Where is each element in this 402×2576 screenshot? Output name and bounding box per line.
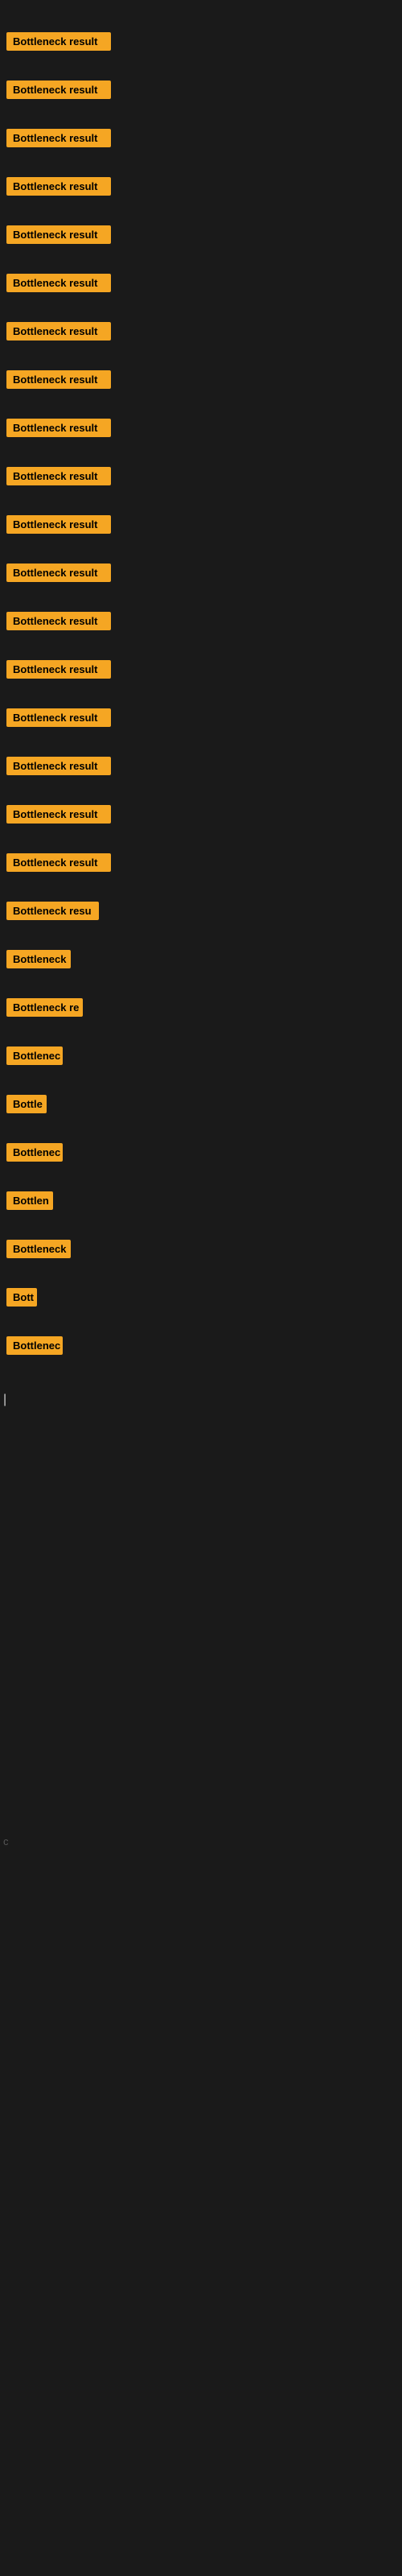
bottleneck-badge-25: Bottlen [3, 1191, 53, 1214]
bottleneck-badge-28: Bottlenec [3, 1336, 63, 1359]
bottleneck-badge-3: Bottleneck result [3, 129, 111, 151]
bottleneck-badge-7: Bottleneck result [3, 322, 111, 345]
bottleneck-badge-4: Bottleneck result [3, 177, 111, 200]
bottleneck-badge-text-25: Bottlen [6, 1191, 53, 1210]
bottleneck-badge-5: Bottleneck result [3, 225, 111, 248]
bottleneck-badge-text-2: Bottleneck result [6, 80, 111, 99]
bottleneck-badge-8: Bottleneck result [3, 370, 111, 393]
small-text: c [3, 1835, 9, 1847]
bottleneck-badge-text-24: Bottlenec [6, 1143, 63, 1162]
bottleneck-badge-text-21: Bottleneck re [6, 998, 83, 1017]
bottleneck-badge-20: Bottleneck [3, 950, 71, 972]
bottleneck-badge-6: Bottleneck result [3, 274, 111, 296]
bottleneck-badge-text-20: Bottleneck [6, 950, 71, 968]
bottleneck-badge-text-5: Bottleneck result [6, 225, 111, 244]
bottleneck-badge-1: Bottleneck result [3, 32, 111, 55]
bottleneck-badge-text-18: Bottleneck result [6, 853, 111, 872]
bottleneck-badge-2: Bottleneck result [3, 80, 111, 103]
bottleneck-badge-text-28: Bottlenec [6, 1336, 63, 1355]
bottleneck-badge-text-19: Bottleneck resu [6, 902, 99, 920]
bottleneck-badge-10: Bottleneck result [3, 467, 111, 489]
bottleneck-badge-text-1: Bottleneck result [6, 32, 111, 51]
bottleneck-badge-26: Bottleneck [3, 1240, 71, 1262]
bottleneck-badge-11: Bottleneck result [3, 515, 111, 538]
bottleneck-badge-text-16: Bottleneck result [6, 757, 111, 775]
bottleneck-badge-text-3: Bottleneck result [6, 129, 111, 147]
bottleneck-badge-text-10: Bottleneck result [6, 467, 111, 485]
bottleneck-badge-text-14: Bottleneck result [6, 660, 111, 679]
bottleneck-badge-text-6: Bottleneck result [6, 274, 111, 292]
bottleneck-badge-text-13: Bottleneck result [6, 612, 111, 630]
bottleneck-badge-27: Bott [3, 1288, 37, 1311]
bottleneck-badge-14: Bottleneck result [3, 660, 111, 683]
bottleneck-badge-9: Bottleneck result [3, 419, 111, 441]
bottleneck-badge-text-17: Bottleneck result [6, 805, 111, 824]
bottleneck-badge-text-12: Bottleneck result [6, 564, 111, 582]
page-wrapper: Bottleneck result Bottleneck result Bottle… [0, 0, 402, 2576]
bottleneck-badge-12: Bottleneck result [3, 564, 111, 586]
bottleneck-badge-text-23: Bottle [6, 1095, 47, 1113]
site-title [0, 0, 402, 16]
bottleneck-badge-19: Bottleneck resu [3, 902, 99, 924]
bottleneck-badge-text-9: Bottleneck result [6, 419, 111, 437]
bottleneck-badge-24: Bottlenec [3, 1143, 63, 1166]
bottleneck-badge-text-15: Bottleneck result [6, 708, 111, 727]
bottleneck-badge-text-7: Bottleneck result [6, 322, 111, 341]
text-cursor: | [3, 1393, 6, 1407]
bottleneck-badge-text-4: Bottleneck result [6, 177, 111, 196]
bottleneck-badge-17: Bottleneck result [3, 805, 111, 828]
bottleneck-badge-13: Bottleneck result [3, 612, 111, 634]
bottleneck-badge-15: Bottleneck result [3, 708, 111, 731]
bottleneck-badge-22: Bottlenec [3, 1046, 63, 1069]
bottleneck-badge-18: Bottleneck result [3, 853, 111, 876]
bottleneck-badge-text-11: Bottleneck result [6, 515, 111, 534]
bottleneck-badge-21: Bottleneck re [3, 998, 83, 1021]
bottleneck-badge-16: Bottleneck result [3, 757, 111, 779]
bottleneck-badge-text-26: Bottleneck [6, 1240, 71, 1258]
bottleneck-badge-23: Bottle [3, 1095, 47, 1117]
bottleneck-badge-text-8: Bottleneck result [6, 370, 111, 389]
bottleneck-badge-text-22: Bottlenec [6, 1046, 63, 1065]
bottleneck-badge-text-27: Bott [6, 1288, 37, 1307]
